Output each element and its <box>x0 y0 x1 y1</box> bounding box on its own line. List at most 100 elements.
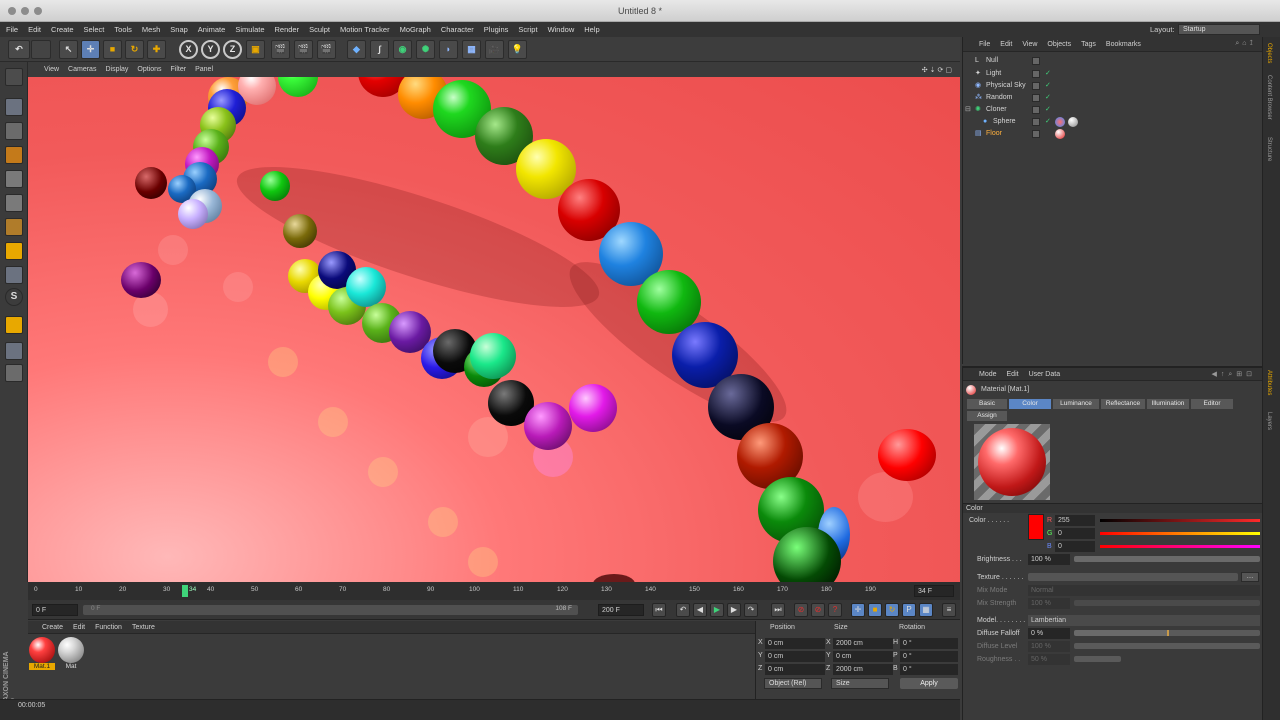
enabled-check-icon[interactable]: ✓ <box>1045 104 1051 116</box>
attr-userdata-menu[interactable]: User Data <box>1029 371 1061 378</box>
object-row-random[interactable]: ⁂ Random ✓ <box>963 92 1263 104</box>
polygons-mode-icon[interactable] <box>5 218 23 236</box>
apply-button[interactable]: Apply <box>900 678 958 689</box>
menu-simulate[interactable]: Simulate <box>235 25 264 34</box>
timeline-ruler[interactable]: 0 10 20 30 40 50 60 70 80 90 100 110 120… <box>28 582 960 600</box>
om-bookmarks-menu[interactable]: Bookmarks <box>1106 41 1141 48</box>
record-parameter-icon[interactable]: P <box>902 603 916 617</box>
viewport-view-menu[interactable]: View <box>44 66 59 73</box>
go-to-start-icon[interactable]: ⏮ <box>652 603 666 617</box>
attr-nav-icons[interactable]: ◀↑⌕⊞⊡ <box>1211 370 1256 379</box>
record-point-level-icon[interactable]: ▦ <box>919 603 933 617</box>
menu-render[interactable]: Render <box>275 25 300 34</box>
zoom-window-button[interactable] <box>34 7 42 15</box>
material-tag-icon[interactable] <box>1055 129 1065 139</box>
previous-key-icon[interactable]: ↶ <box>676 603 690 617</box>
menu-script[interactable]: Script <box>518 25 537 34</box>
model-mode-icon[interactable] <box>5 98 23 116</box>
r-channel-field[interactable]: 255 <box>1055 515 1095 526</box>
om-view-menu[interactable]: View <box>1022 41 1037 48</box>
visibility-toggle[interactable] <box>1032 82 1040 90</box>
menu-motion-tracker[interactable]: Motion Tracker <box>340 25 390 34</box>
rotation-h-field[interactable]: 0 ° <box>900 638 958 649</box>
visibility-toggle[interactable] <box>1032 130 1040 138</box>
cube-primitive-icon[interactable]: ◆ <box>347 40 366 59</box>
texture-browse-button[interactable]: … <box>1241 572 1259 582</box>
menu-mesh[interactable]: Mesh <box>142 25 160 34</box>
tab-basic[interactable]: Basic <box>967 399 1007 409</box>
material-thumbnail-mat1[interactable]: Mat.1 <box>29 637 55 673</box>
visibility-toggle[interactable] <box>1032 94 1040 102</box>
select-tool-icon[interactable]: ↖ <box>59 40 78 59</box>
material-preview[interactable] <box>974 424 1050 500</box>
size-y-field[interactable]: 0 cm <box>833 651 893 662</box>
preview-range-slider[interactable]: 0 F 108 F <box>83 605 578 615</box>
coordinate-mode-select[interactable]: Object (Rel) <box>764 678 822 689</box>
enabled-check-icon[interactable]: ✓ <box>1045 116 1051 128</box>
r-channel-slider[interactable] <box>1100 519 1260 522</box>
objects-tab[interactable]: Objects <box>1266 43 1272 63</box>
menu-edit[interactable]: Edit <box>28 25 41 34</box>
undo-icon[interactable]: ↶ <box>8 40 30 59</box>
mograph-color-tag-icon[interactable] <box>1055 117 1065 127</box>
render-settings-icon[interactable]: 🎬 <box>317 40 336 59</box>
tab-illumination[interactable]: Illumination <box>1147 399 1189 409</box>
minimize-window-button[interactable] <box>21 7 29 15</box>
position-x-field[interactable]: 0 cm <box>765 638 825 649</box>
record-scale-icon[interactable]: ■ <box>868 603 882 617</box>
object-row-cloner[interactable]: ⊟ ✺ Cloner ✓ <box>963 104 1263 116</box>
material-tag-icon[interactable] <box>1068 117 1078 127</box>
object-row-physical-sky[interactable]: ◉ Physical Sky ✓ <box>963 80 1263 92</box>
structure-tab[interactable]: Structure <box>1266 137 1272 161</box>
previous-frame-icon[interactable]: ◀ <box>693 603 707 617</box>
menu-window[interactable]: Window <box>548 25 575 34</box>
coordinate-system-icon[interactable]: ▣ <box>246 40 265 59</box>
autokeying-icon[interactable]: ⊘ <box>811 603 825 617</box>
close-window-button[interactable] <box>8 7 16 15</box>
viewport-display-menu[interactable]: Display <box>105 66 128 73</box>
menu-plugins[interactable]: Plugins <box>484 25 509 34</box>
position-z-field[interactable]: 0 cm <box>765 664 825 675</box>
brightness-slider[interactable] <box>1074 556 1260 562</box>
object-row-null[interactable]: L Null <box>963 55 1263 67</box>
record-position-icon[interactable]: ✛ <box>851 603 865 617</box>
menu-mograph[interactable]: MoGraph <box>400 25 431 34</box>
g-channel-field[interactable]: 0 <box>1055 528 1095 539</box>
tab-luminance[interactable]: Luminance <box>1053 399 1099 409</box>
visibility-toggle[interactable] <box>1032 57 1040 65</box>
material-create-menu[interactable]: Create <box>42 624 63 631</box>
b-channel-field[interactable]: 0 <box>1055 541 1095 552</box>
deformer-icon[interactable]: ◗ <box>439 40 458 59</box>
brightness-field[interactable]: 100 % <box>1028 554 1070 565</box>
material-function-menu[interactable]: Function <box>95 624 122 631</box>
tab-reflectance[interactable]: Reflectance <box>1101 399 1145 409</box>
current-frame-field[interactable]: 34 F <box>914 585 954 597</box>
viewport-options-menu[interactable]: Options <box>137 66 161 73</box>
enabled-check-icon[interactable]: ✓ <box>1045 68 1051 80</box>
diffuse-falloff-slider[interactable] <box>1074 630 1260 636</box>
menu-sculpt[interactable]: Sculpt <box>309 25 330 34</box>
rotation-b-field[interactable]: 0 ° <box>900 664 958 675</box>
object-row-floor[interactable]: ▤ Floor <box>963 128 1263 140</box>
menu-file[interactable]: File <box>6 25 18 34</box>
menu-help[interactable]: Help <box>584 25 599 34</box>
subdivision-surface-icon[interactable]: ◉ <box>393 40 412 59</box>
size-x-field[interactable]: 2000 cm <box>833 638 893 649</box>
g-channel-slider[interactable] <box>1100 532 1260 535</box>
visibility-toggle[interactable] <box>1032 106 1040 114</box>
y-axis-lock-button[interactable]: Y <box>201 40 220 59</box>
content-browser-tab[interactable]: Content Browser <box>1266 75 1272 120</box>
viewport-cameras-menu[interactable]: Cameras <box>68 66 96 73</box>
material-thumbnail-mat[interactable]: Mat <box>58 637 84 673</box>
tweak-mode-icon[interactable] <box>5 266 23 284</box>
om-objects-menu[interactable]: Objects <box>1047 41 1071 48</box>
redo-icon[interactable] <box>31 40 51 59</box>
z-axis-lock-button[interactable]: Z <box>223 40 242 59</box>
points-mode-icon[interactable] <box>5 170 23 188</box>
viewport-nav-icons[interactable]: ✣⇣⟳▢ <box>922 66 954 74</box>
size-mode-select[interactable]: Size <box>831 678 889 689</box>
texture-field[interactable] <box>1028 573 1238 581</box>
max-time-field[interactable]: 200 F <box>598 604 644 616</box>
layout-select[interactable]: Startup <box>1178 24 1260 35</box>
render-view-icon[interactable]: 🎬 <box>271 40 290 59</box>
